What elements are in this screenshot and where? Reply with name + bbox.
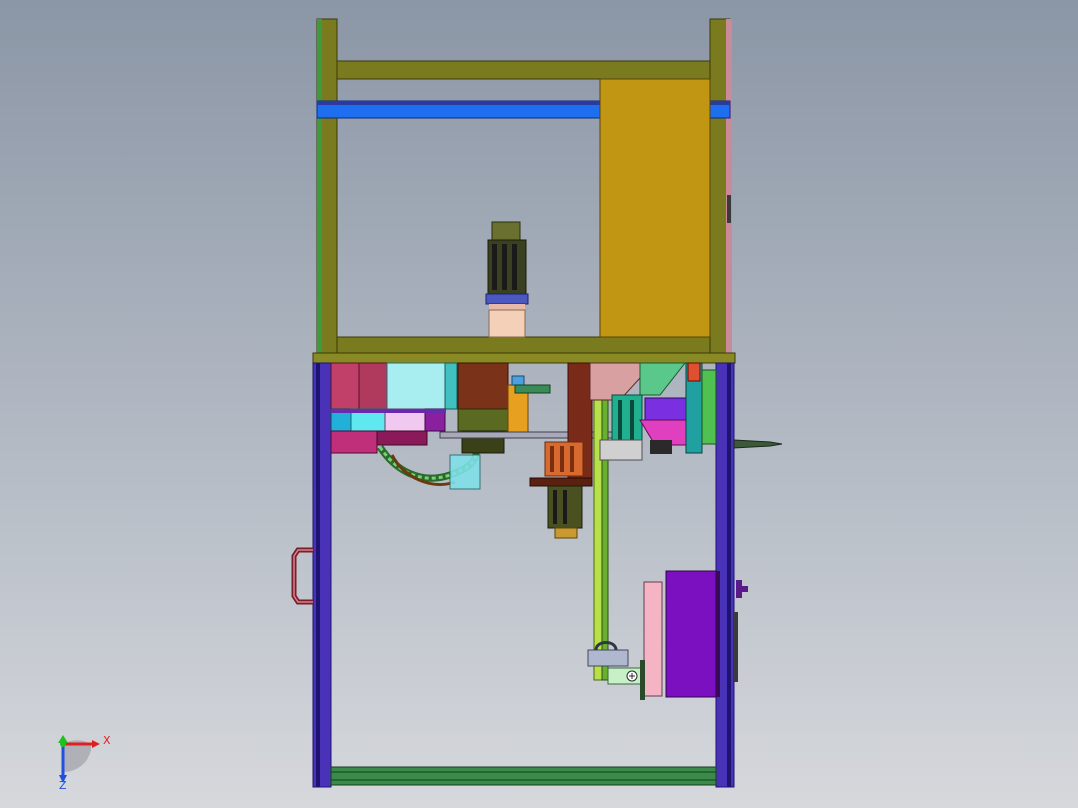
side-latch[interactable] <box>727 195 731 223</box>
machine-assembly-drawing: X Z <box>58 18 783 792</box>
side-handle[interactable] <box>291 547 313 605</box>
feeder-block-left[interactable] <box>330 362 458 454</box>
vertical-lift-rod[interactable] <box>593 389 609 681</box>
gold-side-panel[interactable] <box>599 78 711 338</box>
spindle-motor[interactable] <box>485 221 529 338</box>
bracket-assembly-right[interactable] <box>589 362 717 461</box>
x-axis-label: X <box>103 734 111 747</box>
z-axis-label: Z <box>59 779 67 792</box>
axis-triad: X Z <box>58 734 111 792</box>
cad-viewport[interactable]: X Z <box>0 0 1078 808</box>
probe-tool[interactable] <box>733 439 783 449</box>
drive-motor-housing[interactable] <box>457 362 529 454</box>
